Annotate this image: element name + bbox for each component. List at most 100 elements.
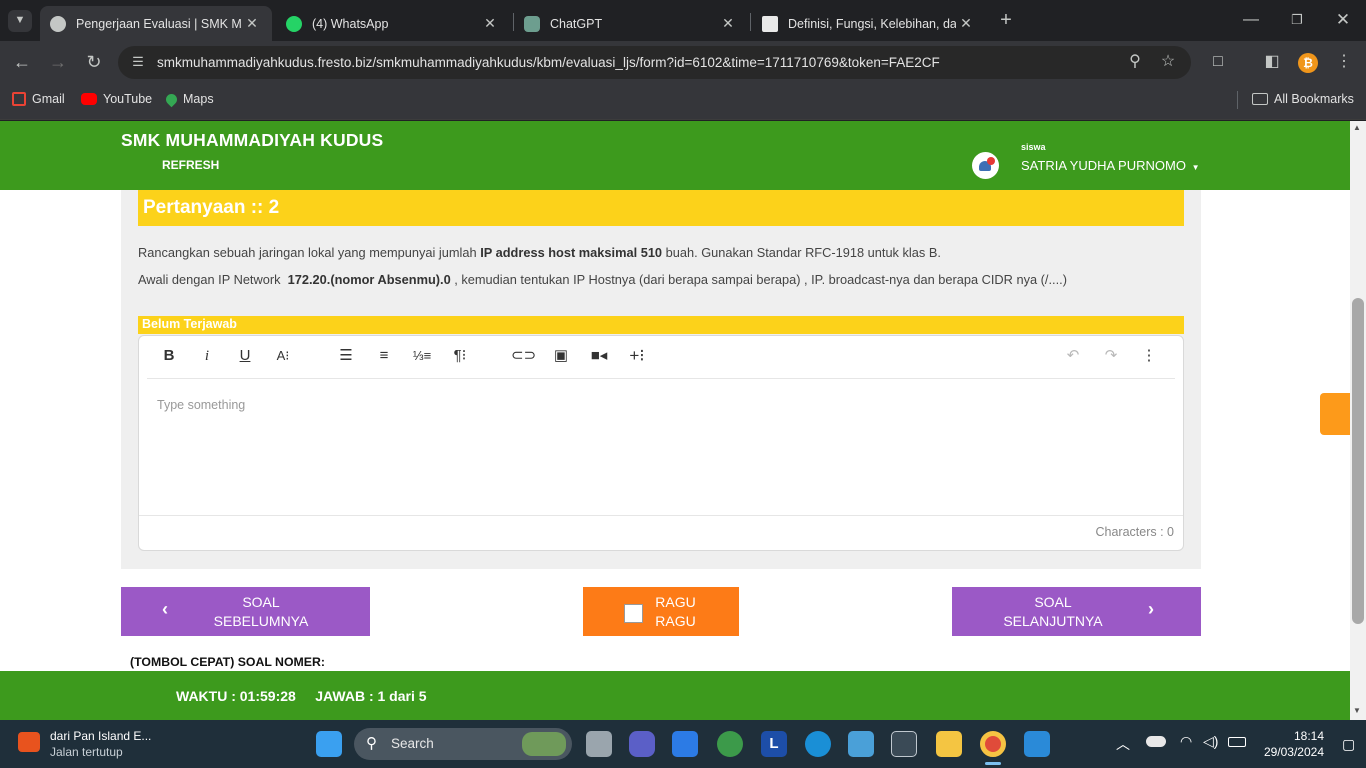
tab-pengerjaan-evaluasi[interactable]: Pengerjaan Evaluasi | SMK MUH ✕ <box>40 6 272 41</box>
battery-icon[interactable] <box>1228 737 1246 747</box>
close-tab-icon[interactable]: ✕ <box>242 15 262 32</box>
maps-icon <box>163 91 180 107</box>
caret-down-icon: ▼ <box>1191 163 1200 172</box>
previous-question-button[interactable]: ‹ SOAL SEBELUMNYA <box>121 587 370 636</box>
redo-button[interactable]: ↷ <box>1099 345 1123 367</box>
question-text: buah. Gunakan Standar RFC-1918 untuk kla… <box>662 245 941 260</box>
extensions-icon[interactable]: □ <box>1206 52 1230 72</box>
scroll-up-icon[interactable]: ▲ <box>1353 123 1361 132</box>
minimize-icon[interactable]: — <box>1239 10 1263 30</box>
close-tab-icon[interactable]: ✕ <box>718 15 738 32</box>
quick-jump-label: (TOMBOL CEPAT) SOAL NOMER: <box>130 655 325 669</box>
edge-icon[interactable] <box>805 731 831 757</box>
button-label: SOAL <box>242 594 280 610</box>
back-icon[interactable]: ← <box>10 52 34 72</box>
insert-video-button[interactable]: ■◂ <box>587 345 611 367</box>
site-settings-icon[interactable]: ☰ <box>126 52 150 72</box>
notepad-icon[interactable] <box>1024 731 1050 757</box>
close-tab-icon[interactable]: ✕ <box>956 15 976 32</box>
search-highlight-image <box>522 732 566 756</box>
undo-button[interactable]: ↶ <box>1061 345 1085 367</box>
taskbar-search[interactable]: ⚲ Search <box>354 728 572 760</box>
file-explorer-icon[interactable] <box>936 731 962 757</box>
question-line-1: Rancangkan sebuah jaringan lokal yang me… <box>138 245 941 260</box>
answer-editor <box>138 335 1184 551</box>
bookmark-youtube[interactable]: YouTube <box>81 92 152 106</box>
tab-title: Definisi, Fungsi, Kelebihan, dan <box>788 16 956 31</box>
globe-app-icon[interactable] <box>717 731 743 757</box>
microsoft-store-icon[interactable] <box>672 731 698 757</box>
all-bookmarks[interactable]: All Bookmarks <box>1252 92 1354 106</box>
insert-image-button[interactable]: ▣ <box>549 345 573 367</box>
notification-center-icon[interactable]: ▢ <box>1342 736 1355 753</box>
bookmark-gmail[interactable]: Gmail <box>12 92 65 106</box>
next-question-button[interactable]: SOAL SELANJUTNYA › <box>952 587 1201 636</box>
editor-text-area[interactable]: Type something <box>157 398 245 412</box>
notification-button[interactable] <box>972 152 999 179</box>
button-label: RAGU <box>655 594 696 610</box>
tab-search-button[interactable]: ▼ <box>8 10 32 32</box>
italic-button[interactable]: i <box>195 345 219 367</box>
control-panel-icon[interactable] <box>848 731 874 757</box>
ordered-list-button[interactable]: ⅓≡ <box>410 345 434 367</box>
tab-whatsapp[interactable]: (4) WhatsApp ✕ <box>276 6 510 41</box>
menu-icon[interactable]: ⋮ <box>1332 52 1356 72</box>
tab-separator <box>750 13 751 31</box>
traffic-alert-icon[interactable] <box>18 732 40 752</box>
youtube-icon <box>81 93 97 105</box>
bookmark-star-icon[interactable]: ☆ <box>1156 52 1180 72</box>
insert-link-button[interactable]: ⊂⊃ <box>511 345 536 367</box>
new-tab-button[interactable]: + <box>994 10 1018 30</box>
scrollbar-thumb[interactable] <box>1352 298 1364 624</box>
more-options-button[interactable]: ⋮ <box>1137 345 1161 367</box>
floating-side-tab[interactable] <box>1320 393 1350 435</box>
bold-button[interactable]: B <box>157 345 181 367</box>
more-insert-button[interactable]: +⁝ <box>625 345 649 367</box>
search-icon: ⚲ <box>366 735 377 752</box>
meet-icon[interactable] <box>629 731 655 757</box>
align-center-button[interactable]: ≡ <box>372 345 396 367</box>
virtualbox-icon[interactable] <box>891 731 917 757</box>
bookmark-label: Maps <box>183 92 214 106</box>
side-panel-icon[interactable]: ◧ <box>1260 52 1284 72</box>
l-app-icon[interactable]: L <box>761 731 787 757</box>
user-menu[interactable]: SATRIA YUDHA PURNOMO ▼ <box>1021 158 1199 173</box>
scroll-down-icon[interactable]: ▼ <box>1353 706 1361 715</box>
volume-icon[interactable]: ◁) <box>1203 733 1218 750</box>
refresh-link[interactable]: REFRESH <box>162 158 219 172</box>
chrome-icon[interactable] <box>980 731 1006 757</box>
reload-icon[interactable]: ↻ <box>82 52 106 72</box>
active-app-indicator <box>985 762 1001 765</box>
question-text-bold: IP address host maksimal 510 <box>480 245 663 260</box>
restore-icon[interactable]: ❐ <box>1285 10 1309 30</box>
button-label: SEBELUMNYA <box>213 613 309 629</box>
zoom-icon[interactable]: ⚲ <box>1123 52 1147 72</box>
editor-footer-divider <box>139 515 1183 516</box>
task-view-icon[interactable] <box>586 731 612 757</box>
question-text: , kemudian tentukan IP Hostnya (dari ber… <box>450 272 1067 287</box>
underline-button[interactable]: U <box>233 345 257 367</box>
bitcoin-extension-icon[interactable]: ₿ <box>1298 53 1318 73</box>
close-window-icon[interactable]: ✕ <box>1331 10 1355 30</box>
bookmark-maps[interactable]: Maps <box>163 91 214 107</box>
chevron-up-icon[interactable]: ︿ <box>1116 734 1130 754</box>
weather-widget-subtitle: Jalan tertutup <box>50 745 123 759</box>
ragu-checkbox[interactable] <box>624 604 643 623</box>
paragraph-format-button[interactable]: ¶⁝ <box>448 345 472 367</box>
tab-definisi[interactable]: Definisi, Fungsi, Kelebihan, dan ✕ <box>752 6 986 41</box>
ragu-ragu-button[interactable]: RAGU RAGU <box>583 587 739 636</box>
site-title: SMK MUHAMMADIYAH KUDUS <box>121 130 384 150</box>
windows-start-icon[interactable] <box>316 731 342 757</box>
clock-time[interactable]: 18:14 <box>1262 729 1324 743</box>
align-left-button[interactable]: ☰ <box>334 345 358 367</box>
question-text: Rancangkan sebuah jaringan lokal yang me… <box>138 245 481 260</box>
button-label: RAGU <box>655 613 696 629</box>
close-tab-icon[interactable]: ✕ <box>480 15 500 32</box>
weather-widget-title[interactable]: dari Pan Island E... <box>50 729 151 743</box>
forward-icon[interactable]: → <box>46 52 70 72</box>
cloud-icon[interactable] <box>1146 736 1166 747</box>
button-label: SELANJUTNYA <box>1003 613 1103 629</box>
wifi-icon[interactable]: ◠ <box>1180 733 1192 750</box>
tab-chatgpt[interactable]: ChatGPT ✕ <box>514 6 748 41</box>
font-size-button[interactable]: A⁝ <box>271 345 295 367</box>
